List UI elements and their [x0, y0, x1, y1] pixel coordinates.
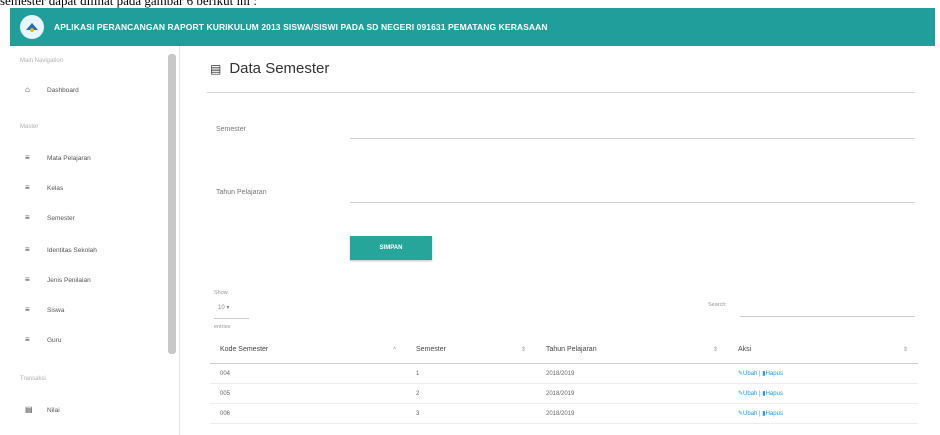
cell-tahun: 2018/2019 [546, 370, 575, 377]
page-title: ▤ Data Semester [210, 60, 329, 77]
column-header-kode[interactable]: Kode Semester ^ [210, 336, 406, 363]
column-header-label: Tahun Pelajaran [546, 346, 597, 353]
edit-link[interactable]: Ubah [743, 391, 757, 397]
cell-kode: 004 [220, 370, 231, 377]
chevron-down-icon: ▾ [226, 305, 230, 311]
sidebar-item-guru[interactable]: ≡ Guru [25, 336, 61, 344]
cell-semester: 1 [416, 370, 420, 377]
column-header-semester[interactable]: Semester ⇕ [406, 336, 536, 363]
sidebar-item-mata-pelajaran[interactable]: ≡ Mata Pelajaran [25, 154, 91, 162]
sidebar-scrollbar[interactable] [168, 54, 176, 354]
page-icon: ▤ [210, 61, 222, 76]
app-title: APLIKASI PERANCANGAN RAPORT KURIKULUM 20… [54, 22, 548, 32]
cell-aksi: ✎Ubah | ▮Hapus [738, 391, 783, 397]
page-title-text: Data Semester [229, 60, 330, 77]
cell-semester: 2 [416, 390, 420, 397]
sidebar-item-identitas-sekolah[interactable]: ≡ Identitas Sekolah [25, 246, 97, 254]
list-icon: ≡ [25, 153, 30, 162]
tahun-pelajaran-label: Tahun Pelajaran [216, 189, 267, 196]
sidebar-item-label: Identitas Sekolah [47, 246, 97, 254]
app-logo-icon [20, 15, 44, 39]
edit-link[interactable]: Ubah [743, 371, 757, 377]
sidebar-item-label: Dashboard [47, 86, 79, 94]
list-icon: ≡ [25, 183, 30, 192]
list-icon: ≡ [25, 305, 30, 314]
delete-link[interactable]: Hapus [766, 371, 783, 377]
table-row: 005 2 2018/2019 ✎Ubah | ▮Hapus [210, 384, 918, 404]
entries-select-underline [214, 318, 249, 319]
sidebar-item-nilai[interactable]: ▤ Nilai [25, 406, 60, 414]
sidebar-item-label: Kelas [47, 184, 64, 192]
column-header-label: Semester [416, 346, 446, 353]
tahun-pelajaran-input[interactable] [350, 202, 915, 203]
cell-kode: 006 [220, 410, 231, 417]
list-icon: ≡ [25, 213, 30, 222]
document-caption: semester dapat dilihat pada gambar 6 ber… [0, 0, 258, 8]
sidebar-item-label: Mata Pelajaran [47, 154, 91, 162]
delete-link[interactable]: Hapus [766, 391, 783, 397]
table-header: Kode Semester ^ Semester ⇕ Tahun Pelajaran… [210, 336, 918, 364]
table-row: 006 3 2018/2019 ✎Ubah | ▮Hapus [210, 404, 918, 424]
cell-kode: 005 [220, 390, 231, 397]
list-icon: ≡ [25, 335, 30, 344]
section-master: Master [20, 124, 39, 130]
sort-icon: ⇕ [902, 347, 908, 353]
semester-table: Kode Semester ^ Semester ⇕ Tahun Pelajaran… [210, 336, 918, 424]
sidebar-item-dashboard[interactable]: ⌂ Dashboard [25, 86, 79, 94]
sidebar-item-jenis-penilaian[interactable]: ≡ Jenis Penilaian [25, 276, 91, 284]
cell-tahun: 2018/2019 [546, 410, 575, 417]
sidebar-item-siswa[interactable]: ≡ Siswa [25, 306, 64, 314]
semester-label: Semester [216, 126, 246, 133]
table-row: 004 1 2018/2019 ✎Ubah | ▮Hapus [210, 364, 918, 384]
section-transaksi: Transaksi [20, 376, 46, 382]
list-icon: ≡ [25, 275, 30, 284]
entries-select[interactable]: 10 ▾ [218, 304, 229, 311]
cell-aksi: ✎Ubah | ▮Hapus [738, 371, 783, 377]
edit-link[interactable]: Ubah [743, 411, 757, 417]
cell-tahun: 2018/2019 [546, 390, 575, 397]
column-header-aksi[interactable]: Aksi ⇕ [728, 336, 918, 363]
sort-icon: ⇕ [520, 347, 526, 353]
section-main-nav: Main Navigation [20, 58, 64, 64]
sidebar: Main Navigation ⌂ Dashboard Master ≡ Mat… [10, 46, 180, 435]
show-label: Show [214, 290, 228, 296]
entries-select-value: 10 [218, 305, 225, 311]
home-icon: ⌂ [25, 85, 30, 94]
sidebar-item-label: Siswa [47, 306, 65, 314]
column-header-tahun[interactable]: Tahun Pelajaran ⇕ [536, 336, 728, 363]
cell-aksi: ✎Ubah | ▮Hapus [738, 411, 783, 417]
sidebar-item-label: Semester [47, 214, 75, 222]
search-label: Search: [708, 302, 727, 308]
top-header-bar: APLIKASI PERANCANGAN RAPORT KURIKULUM 20… [10, 8, 935, 46]
sidebar-item-semester[interactable]: ≡ Semester [25, 214, 75, 222]
column-header-label: Aksi [738, 346, 752, 353]
entries-label: entries [214, 324, 231, 330]
search-input[interactable] [740, 316, 915, 317]
cell-semester: 3 [416, 410, 420, 417]
sidebar-item-label: Jenis Penilaian [47, 276, 91, 284]
list-icon: ≡ [25, 245, 30, 254]
sort-asc-icon: ^ [393, 346, 396, 353]
sort-icon: ⇕ [712, 347, 718, 353]
title-divider [207, 92, 915, 93]
sidebar-item-kelas[interactable]: ≡ Kelas [25, 184, 63, 192]
column-header-label: Kode Semester [220, 346, 269, 353]
sidebar-item-label: Guru [47, 336, 62, 344]
document-icon: ▤ [25, 405, 33, 414]
delete-link[interactable]: Hapus [766, 411, 783, 417]
sidebar-item-label: Nilai [47, 406, 60, 414]
semester-input[interactable] [350, 138, 915, 139]
save-button[interactable]: SIMPAN [350, 236, 432, 260]
main-content: ▤ Data Semester Semester Tahun Pelajaran… [190, 46, 935, 435]
